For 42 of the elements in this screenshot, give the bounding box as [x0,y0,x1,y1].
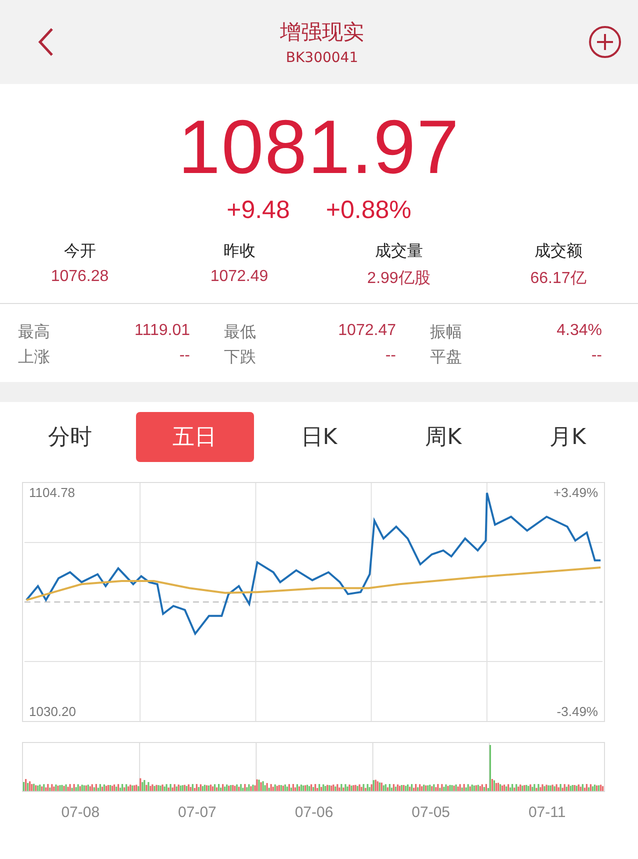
stat-label: 成交量 [374,241,423,262]
current-price: 1081.97 [178,110,460,186]
low-percent-label: -3.49% [556,704,598,719]
detail-value: -- [179,347,190,366]
detail-value: 4.34% [556,322,602,341]
high-percent-label: +3.49% [554,485,598,500]
detail-value: 1072.47 [338,322,396,341]
stat-label: 昨收 [223,241,256,262]
detail-value: -- [591,347,602,366]
date-label: 07-06 [294,804,334,821]
stat-value: 1072.49 [210,268,268,286]
low-price-label: 1030.20 [29,704,76,719]
period-tab[interactable]: 周K [384,412,502,462]
stat-value: 2.99亿股 [367,269,430,289]
stock-code: BK300041 [286,50,358,66]
add-button[interactable] [588,25,622,59]
detail-label: 最高 [18,322,50,343]
period-tab[interactable]: 五日 [136,412,254,462]
stat-value: 66.17亿 [530,269,586,289]
detail-label: 平盘 [430,347,462,368]
back-icon[interactable] [36,27,56,57]
date-label: 07-05 [412,804,450,821]
percent-change: +0.88% [326,196,412,225]
stat-label: 成交额 [534,241,582,262]
date-label: 07-11 [528,804,566,821]
detail-label: 上涨 [18,347,50,368]
price-change: +9.48 [226,196,290,225]
plus-circle-icon [588,25,622,59]
period-tab[interactable]: 月K [508,412,627,462]
high-price-label: 1104.78 [29,485,76,500]
detail-label: 最低 [224,322,256,343]
page-title: 增强现实 [280,19,364,46]
stat-value: 1076.28 [50,268,109,286]
detail-value: 1119.01 [134,322,190,341]
date-label: 07-07 [178,804,216,821]
detail-label: 振幅 [430,322,462,343]
detail-label: 下跌 [224,347,256,368]
period-tab[interactable]: 分时 [11,412,130,462]
detail-value: -- [385,347,396,366]
period-tab[interactable]: 日K [260,412,378,462]
date-label: 07-08 [61,804,100,821]
stat-label: 今开 [64,241,96,262]
